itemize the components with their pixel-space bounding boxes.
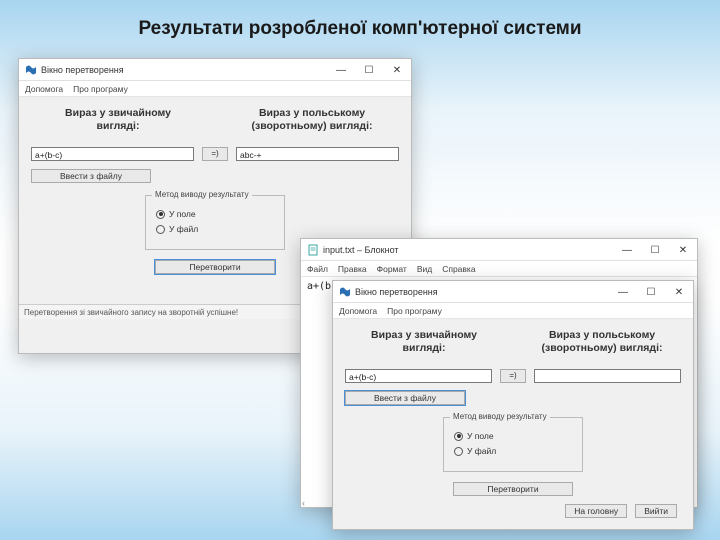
window-title: Вікно перетворення (41, 65, 124, 75)
radio-to-field[interactable]: У поле (454, 431, 572, 441)
app-icon (25, 64, 37, 76)
close-button[interactable]: ✕ (665, 281, 693, 303)
menu-edit[interactable]: Правка (338, 264, 367, 274)
maximize-button[interactable]: ☐ (637, 281, 665, 303)
menu-bar: Допомога Про програму (333, 303, 693, 319)
radio-label: У файл (467, 446, 496, 456)
right-label: Вираз у польському (зворотньому) вигляді… (523, 329, 681, 355)
group-legend: Метод виводу результату (152, 190, 252, 199)
app-icon (339, 286, 351, 298)
close-button[interactable]: ✕ (383, 59, 411, 81)
titlebar[interactable]: Вікно перетворення — ☐ ✕ (19, 59, 411, 81)
notepad-icon (307, 244, 319, 256)
radio-label: У поле (467, 431, 494, 441)
close-button[interactable]: ✕ (669, 239, 697, 261)
radio-to-file[interactable]: У файл (156, 224, 274, 234)
window-title: input.txt – Блокнот (323, 245, 399, 255)
minimize-button[interactable]: — (609, 281, 637, 303)
menu-view[interactable]: Вид (417, 264, 432, 274)
minimize-button[interactable]: — (327, 59, 355, 81)
menu-about[interactable]: Про програму (73, 84, 128, 94)
slide-title: Результати розробленої комп'ютерної сист… (0, 18, 720, 40)
input-expression-field[interactable]: a+(b-c) (31, 147, 194, 161)
output-expression-field[interactable]: abc-+ (236, 147, 399, 161)
convert-button[interactable]: Перетворити (453, 482, 573, 496)
radio-icon (156, 210, 165, 219)
radio-icon (454, 447, 463, 456)
group-legend: Метод виводу результату (450, 412, 550, 421)
right-label: Вираз у польському (зворотньому) вигляді… (225, 107, 399, 133)
maximize-button[interactable]: ☐ (355, 59, 383, 81)
radio-label: У поле (169, 209, 196, 219)
menu-bar: Допомога Про програму (19, 81, 411, 97)
exit-button[interactable]: Вийти (635, 504, 677, 518)
home-button[interactable]: На головну (565, 504, 627, 518)
minimize-button[interactable]: — (613, 239, 641, 261)
maximize-button[interactable]: ☐ (641, 239, 669, 261)
titlebar[interactable]: input.txt – Блокнот — ☐ ✕ (301, 239, 697, 261)
convert-button[interactable]: Перетворити (155, 260, 275, 274)
scroll-left-icon[interactable]: ‹ (302, 498, 305, 508)
radio-to-file[interactable]: У файл (454, 446, 572, 456)
radio-icon (454, 432, 463, 441)
convert-arrow-button[interactable]: =) (202, 147, 228, 161)
menu-format[interactable]: Формат (377, 264, 407, 274)
status-text: Перетворення зі звичайного запису на зво… (24, 308, 238, 317)
menu-help[interactable]: Допомога (339, 306, 377, 316)
radio-icon (156, 225, 165, 234)
radio-to-field[interactable]: У поле (156, 209, 274, 219)
window-convert-2: Вікно перетворення — ☐ ✕ Допомога Про пр… (332, 280, 694, 530)
left-label: Вираз у звичайному вигляді: (345, 329, 503, 355)
menu-about[interactable]: Про програму (387, 306, 442, 316)
output-method-group: Метод виводу результату У поле У файл (145, 195, 285, 250)
menu-file[interactable]: Файл (307, 264, 328, 274)
output-expression-field[interactable] (534, 369, 681, 383)
window-title: Вікно перетворення (355, 287, 438, 297)
menu-help[interactable]: Допомога (25, 84, 63, 94)
radio-label: У файл (169, 224, 198, 234)
titlebar[interactable]: Вікно перетворення — ☐ ✕ (333, 281, 693, 303)
load-file-button[interactable]: Ввести з файлу (345, 391, 465, 405)
input-expression-field[interactable]: a+(b-c) (345, 369, 492, 383)
output-method-group: Метод виводу результату У поле У файл (443, 417, 583, 472)
menu-bar: Файл Правка Формат Вид Справка (301, 261, 697, 277)
load-file-button[interactable]: Ввести з файлу (31, 169, 151, 183)
menu-help[interactable]: Справка (442, 264, 475, 274)
left-label: Вираз у звичайному вигляді: (31, 107, 205, 133)
convert-arrow-button[interactable]: =) (500, 369, 526, 383)
